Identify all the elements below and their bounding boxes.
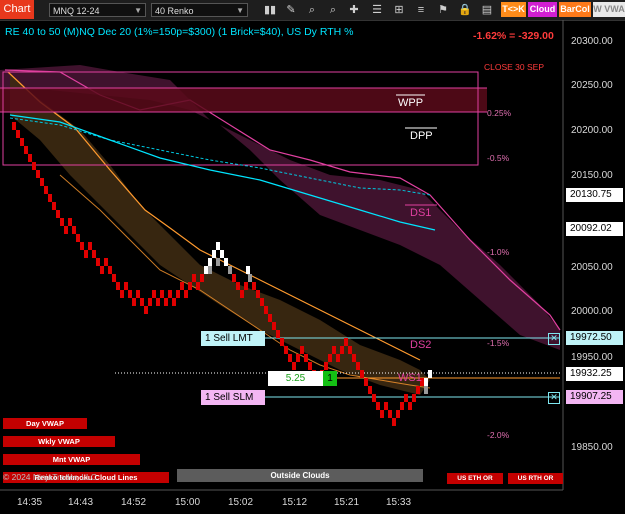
pct-level-label: -2.0% [487,430,510,440]
day-vwap-button[interactable]: Day VWAP [3,418,87,429]
x-axis-tick: 14:43 [68,497,94,508]
indicator-icon[interactable]: ▤ [479,2,495,18]
y-axis-tick: 20150.00 [571,170,613,181]
x-axis-tick: 15:33 [386,497,412,508]
lock-icon[interactable]: 🔒 [457,2,473,18]
x-axis-tick: 14:52 [121,497,147,508]
copyright-text: © 2024 NinjaTrader, LLC [3,472,97,482]
instrument-value: MNQ 12-24 [53,6,100,16]
y-axis-tick: 20200.00 [571,125,613,136]
sliders-icon[interactable]: ≡ [413,2,429,18]
us-eth-or-button[interactable]: US ETH OR [447,473,503,484]
dpp-label: DPP [410,130,433,142]
chart-title: RE 40 to 50 (M)NQ Dec 20 (1%=150p=$300) … [5,26,354,38]
cancel-sell-slm-close-icon[interactable]: ✕ [548,392,560,404]
pct-level-label: -0.5% [487,153,510,163]
mnt-vwap-button[interactable]: Mnt VWAP [3,454,140,465]
x-axis-tick: 15:02 [228,497,254,508]
wkly-vwap-button[interactable]: Wkly VWAP [3,436,115,447]
x-axis-tick: 14:35 [17,497,43,508]
ws1-label: WS1 [398,372,422,384]
pct-level-label: 0.25% [487,108,512,118]
bar-type-value: 40 Renko [155,6,194,16]
bar-type-selector[interactable]: 40 Renko ▼ [151,3,248,17]
us-rth-or-button[interactable]: US RTH OR [508,473,563,484]
position-pnl[interactable]: 5.25 [268,371,323,386]
y-axis-tick: 20250.00 [571,80,613,91]
price-tag-cyan: 20092.02 [566,222,623,236]
flag-icon[interactable]: ⚑ [435,2,451,18]
bar-chart-icon[interactable]: ▮▮ [262,2,278,18]
cancel-sell-lmt-close-icon[interactable]: ✕ [548,333,560,345]
inner-cloud [10,75,430,395]
ds2-label: DS2 [410,339,432,351]
chevron-down-icon: ▼ [134,6,142,15]
x-axis-tick: 15:21 [334,497,360,508]
price-tag-sell-slm: 19907.25 [566,390,623,404]
y-axis-tick: 20300.00 [571,36,613,47]
position-qty[interactable]: 1 [323,371,337,386]
close-label: CLOSE 30 SEP [484,62,545,72]
chart-style-icon[interactable]: ☰ [369,2,385,18]
sell-slm-order[interactable]: 1 Sell SLM [201,390,265,405]
vwap-toggle-button[interactable]: W VWA [593,2,625,17]
tk-toggle-button[interactable]: T<>K [501,2,526,17]
y-axis-tick: 20050.00 [571,262,613,273]
pct-level-label: -1.0% [487,247,510,257]
cloud-toggle-button[interactable]: Cloud [528,2,557,17]
ds1-label: DS1 [410,207,432,219]
toolbar: Chart MNQ 12-24 ▼ 40 Renko ▼ ▮▮ ✎ ⌕ ⌕ ✚ … [0,0,625,21]
y-axis-tick: 19850.00 [571,442,613,453]
sell-lmt-order[interactable]: 1 Sell LMT [201,331,265,346]
pnl-readout: -1.62% = -329.00 [473,30,554,42]
draw-icon[interactable]: ✎ [283,2,299,18]
barcol-toggle-button[interactable]: BarCol [559,2,591,17]
y-axis-tick: 19950.00 [571,352,613,363]
x-axis-tick: 15:00 [175,497,201,508]
pct-level-label: -1.5% [487,338,510,348]
instrument-selector[interactable]: MNQ 12-24 ▼ [49,3,146,17]
wpp-label: WPP [398,97,424,109]
chevron-down-icon: ▼ [236,6,244,15]
price-tag-cyan-dashed: 20130.75 [566,188,623,202]
zoom-out-icon[interactable]: ⌕ [325,2,341,18]
x-axis-tick: 15:12 [282,497,308,508]
outside-clouds-button[interactable]: Outside Clouds [177,469,423,482]
properties-icon[interactable]: ⊞ [391,2,407,18]
y-axis-tick: 20000.00 [571,306,613,317]
plus-icon[interactable]: ✚ [346,2,362,18]
price-tag-last: 19932.25 [566,367,623,381]
zoom-in-icon[interactable]: ⌕ [304,2,320,18]
price-tag-sell-lmt: 19972.50 [566,331,623,345]
chart-menu-button[interactable]: Chart [0,0,34,19]
